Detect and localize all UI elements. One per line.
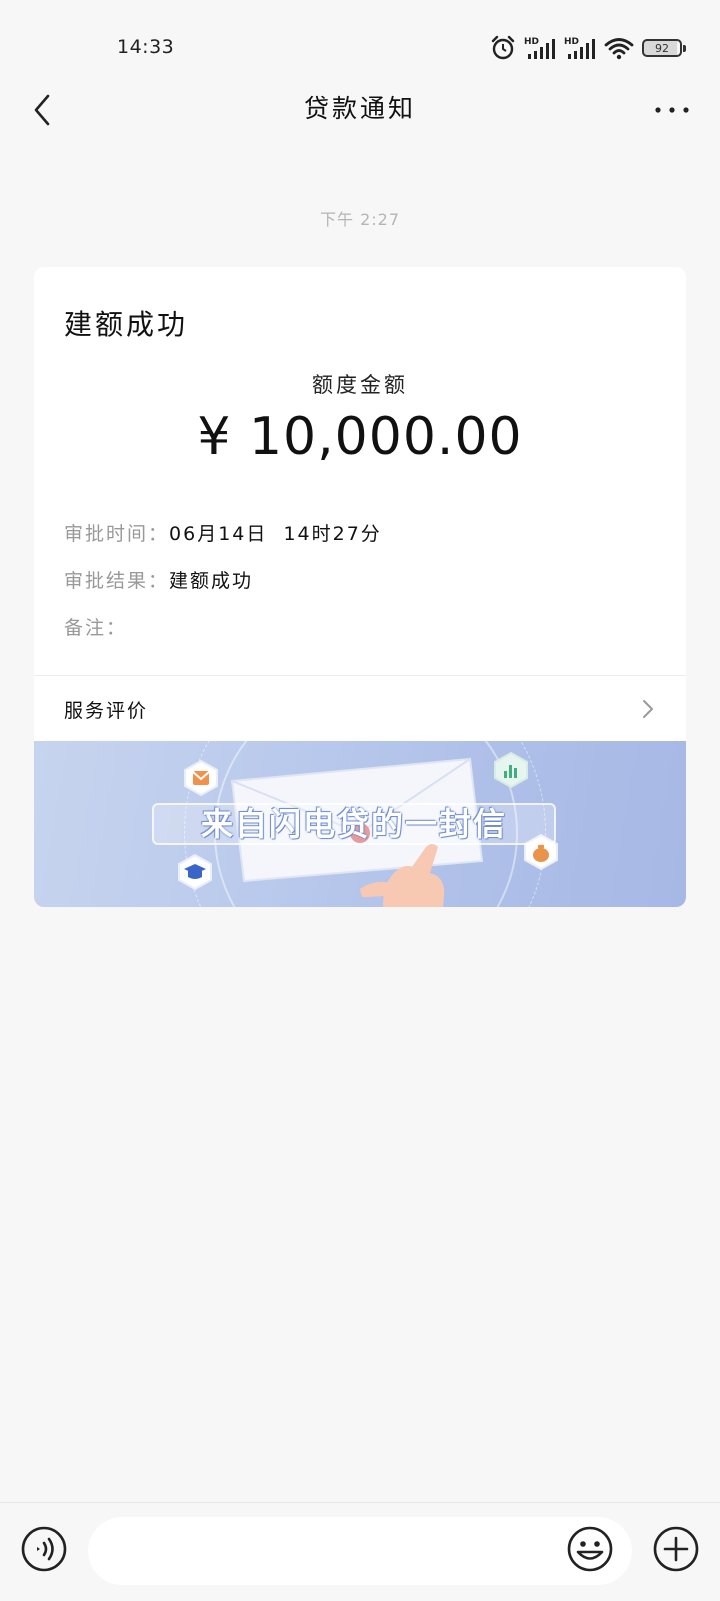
- more-dots-icon[interactable]: [652, 98, 692, 122]
- approval-time-row: 审批时间： 06月14日 14时27分: [64, 519, 382, 546]
- hd-signal-icon: HD: [524, 37, 555, 59]
- approval-time-label: 审批时间：: [64, 523, 170, 545]
- hand-illustration: [360, 844, 445, 907]
- promo-banner[interactable]: 来自闪电贷的一封信: [34, 741, 686, 907]
- alarm-icon: [491, 35, 515, 60]
- battery-level: 92: [655, 41, 669, 55]
- approval-time-value: 06月14日 14时27分: [169, 523, 382, 545]
- svg-text:HD: HD: [564, 37, 579, 47]
- chart-badge-icon: [494, 751, 528, 789]
- remark-row: 备注：: [64, 613, 127, 640]
- amount-label: 额度金额: [312, 373, 408, 397]
- battery-icon: 92: [642, 39, 686, 57]
- voice-icon[interactable]: [20, 1525, 68, 1573]
- service-rating-row[interactable]: 服务评价: [34, 676, 686, 740]
- svg-text:HD: HD: [524, 37, 539, 47]
- remark-label: 备注：: [64, 617, 128, 639]
- approval-result-value: 建额成功: [169, 570, 254, 592]
- mail-badge-icon: [184, 759, 218, 797]
- approval-result-label: 审批结果：: [64, 570, 170, 592]
- amount-value: ¥ 10,000.00: [197, 407, 523, 467]
- message-input[interactable]: [88, 1517, 632, 1585]
- emoji-icon[interactable]: [566, 1525, 614, 1573]
- page-title: 贷款通知: [303, 94, 416, 123]
- loan-notification-card: 建额成功 额度金额 ¥ 10,000.00 审批时间： 06月14日 14时27…: [34, 267, 686, 907]
- message-timestamp: 下午 2:27: [319, 210, 401, 229]
- status-icons: HD HD 92: [490, 32, 686, 64]
- plus-icon[interactable]: [652, 1525, 700, 1573]
- approval-result-row: 审批结果： 建额成功: [64, 566, 253, 593]
- chevron-right-icon: [643, 700, 653, 718]
- wifi-icon: [604, 38, 634, 60]
- card-title: 建额成功: [64, 308, 189, 341]
- graduation-cap-icon: [178, 853, 212, 891]
- status-time: 14:33: [117, 36, 175, 58]
- service-rating-label: 服务评价: [64, 700, 149, 722]
- hd-signal-icon: HD: [564, 37, 595, 59]
- nav-bar: 贷款通知: [0, 72, 720, 148]
- input-bar: [0, 1502, 720, 1601]
